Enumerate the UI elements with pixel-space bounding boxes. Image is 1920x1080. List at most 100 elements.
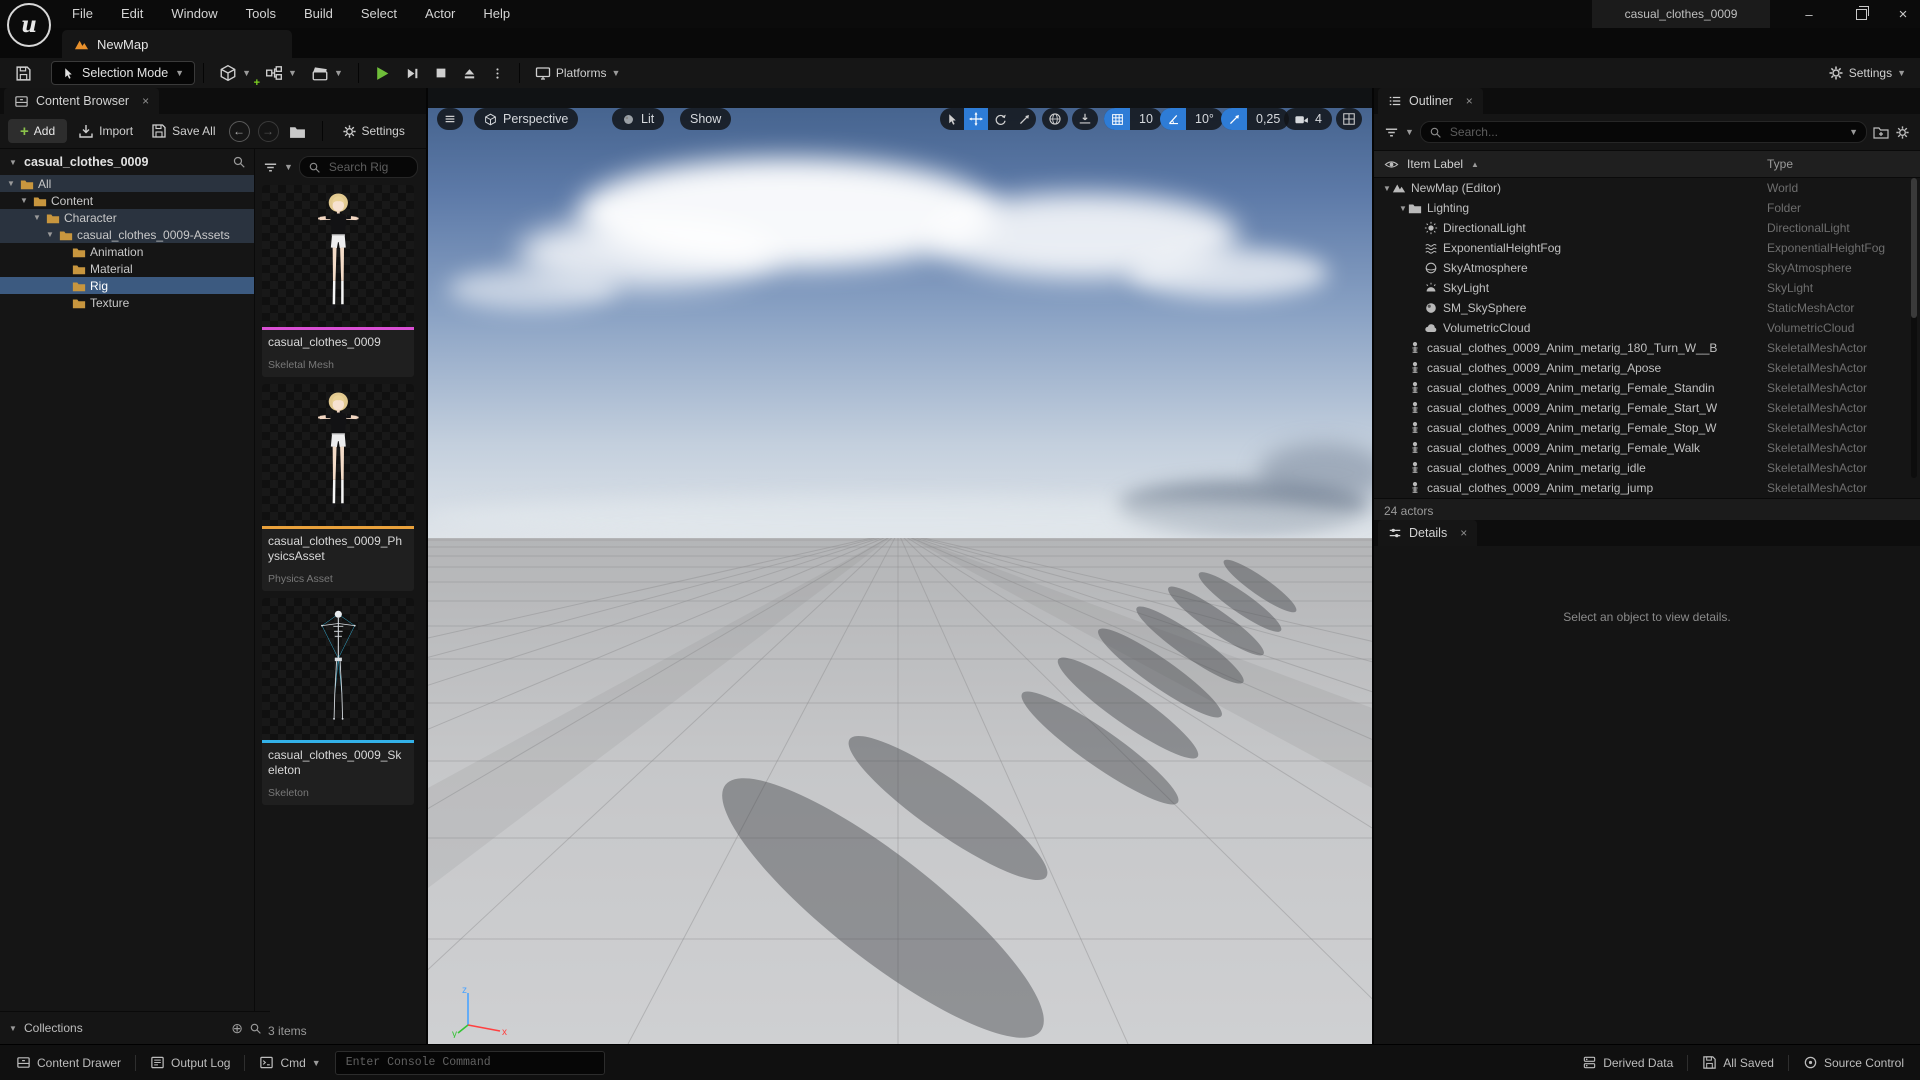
forward-button[interactable]: → [257,120,279,142]
folder-tree-row[interactable]: ▼ Rig [0,277,254,294]
menu-item[interactable]: Help [469,0,524,28]
outliner-search-box[interactable]: ▼ [1419,121,1867,143]
eject-button[interactable] [455,61,484,85]
chevron-down-icon[interactable]: ▼ [1405,127,1414,137]
close-icon[interactable]: × [1460,526,1467,540]
outliner-row[interactable]: ▼ SkyAtmosphere SkyAtmosphere [1374,258,1920,278]
expand-caret[interactable]: ▼ [32,213,42,222]
add-actor-button[interactable]: + ▼ [212,61,260,89]
folder-tree-row[interactable]: ▼ casual_clothes_0009-Assets [0,226,254,243]
maximize-viewport-button[interactable] [1336,108,1362,130]
filter-icon[interactable] [1384,125,1399,140]
console-command-box[interactable] [334,1050,605,1075]
outliner-row[interactable]: ▼ casual_clothes_0009_Anim_metarig_Femal… [1374,378,1920,398]
source-root-header[interactable]: ▼ casual_clothes_0009 [0,149,254,175]
expand-caret[interactable]: ▼ [8,1024,18,1033]
surface-snapping-button[interactable] [1072,108,1098,130]
lit-mode-dropdown[interactable]: Lit [612,108,665,130]
world-local-toggle[interactable] [1042,108,1068,130]
add-collection-icon[interactable]: ⊕ [231,1020,243,1037]
blueprints-button[interactable]: ▼ [258,61,304,85]
asset-tile[interactable]: casual_clothes_0009_PhysicsAsset Physics… [262,384,414,591]
asset-tile[interactable]: casual_clothes_0009 Skeletal Mesh [262,185,414,377]
minimize-button[interactable]: – [1790,0,1828,28]
outliner-search-input[interactable] [1447,124,1844,140]
select-tool-button[interactable] [940,108,964,130]
chevron-down-icon[interactable]: ▼ [284,162,293,172]
perspective-dropdown[interactable]: Perspective [474,108,579,130]
content-drawer-button[interactable]: Content Drawer [8,1051,129,1075]
outliner-scrollbar[interactable] [1911,178,1917,478]
play-options-button[interactable] [484,61,511,85]
show-dropdown[interactable]: Show [680,108,732,130]
menu-item[interactable]: Window [157,0,231,28]
folder-tree-row[interactable]: ▼ Content [0,192,254,209]
derived-data-button[interactable]: Derived Data [1574,1051,1681,1075]
rotate-tool-button[interactable] [988,108,1012,130]
all-saved-button[interactable]: All Saved [1694,1051,1782,1075]
folder-tree-row[interactable]: ▼ All [0,175,254,192]
settings-dropdown[interactable]: Settings ▼ [1828,58,1906,88]
stop-button[interactable] [427,61,455,85]
chevron-down-icon[interactable]: ▼ [1849,127,1858,137]
search-icon[interactable] [232,155,246,169]
outliner-row[interactable]: ▼ casual_clothes_0009_Anim_metarig_180_T… [1374,338,1920,358]
viewport-options-button[interactable] [437,108,463,130]
outliner-row[interactable]: ▼ casual_clothes_0009_Anim_metarig_Femal… [1374,438,1920,458]
expand-caret[interactable]: ▼ [1382,184,1392,193]
level-tab[interactable]: NewMap [62,30,292,58]
item-label-column-header[interactable]: Item Label [1407,157,1463,171]
asset-search-input[interactable] [326,159,409,175]
menu-item[interactable]: File [58,0,107,28]
content-browser-settings-button[interactable]: Settings [335,119,412,143]
outliner-row[interactable]: ▼ Lighting Folder [1374,198,1920,218]
menu-item[interactable]: Edit [107,0,157,28]
folder-tree-row[interactable]: ▼ Character [0,209,254,226]
cmd-dropdown[interactable]: Cmd ▼ [251,1051,328,1075]
move-tool-button[interactable] [964,108,988,130]
menu-item[interactable]: Actor [411,0,469,28]
grid-snap-control[interactable]: 10 [1104,108,1162,130]
scale-snap-control[interactable]: 0,25 [1221,108,1290,130]
expand-caret[interactable]: ▼ [6,179,16,188]
eye-icon[interactable] [1384,157,1399,172]
cinematics-button[interactable]: ▼ [304,61,350,85]
console-command-input[interactable] [343,1055,596,1070]
asset-search-box[interactable] [298,156,418,178]
details-tab[interactable]: Details × [1378,520,1478,546]
expand-caret[interactable]: ▼ [19,196,29,205]
collections-bar[interactable]: ▼ Collections ⊕ [0,1011,270,1044]
menu-item[interactable]: Build [290,0,347,28]
close-icon[interactable]: × [1466,94,1473,108]
outliner-row[interactable]: ▼ casual_clothes_0009_Anim_metarig_Femal… [1374,418,1920,438]
selection-mode-dropdown[interactable]: Selection Mode ▼ [51,61,196,85]
create-folder-icon[interactable] [1873,124,1889,140]
restore-button[interactable] [1842,0,1880,28]
folder-icon[interactable] [289,123,306,140]
outliner-row[interactable]: ▼ casual_clothes_0009_Anim_metarig_Femal… [1374,398,1920,418]
back-button[interactable]: ← [228,120,250,142]
folder-tree-row[interactable]: ▼ Texture [0,294,254,311]
close-icon[interactable]: × [142,94,149,108]
outliner-row[interactable]: ▼ casual_clothes_0009_Anim_metarig_jump … [1374,478,1920,498]
add-button[interactable]: + Add [8,119,68,143]
gear-icon[interactable] [1895,125,1910,140]
expand-caret[interactable]: ▼ [45,230,55,239]
save-level-button[interactable] [8,61,39,85]
scale-tool-button[interactable] [1012,108,1036,130]
search-icon[interactable] [249,1022,262,1035]
menu-item[interactable]: Tools [232,0,290,28]
outliner-row[interactable]: ▼ casual_clothes_0009_Anim_metarig_Apose… [1374,358,1920,378]
unreal-logo-icon[interactable]: u [7,3,51,47]
source-control-button[interactable]: Source Control [1795,1051,1912,1075]
platforms-dropdown[interactable]: Platforms ▼ [528,61,628,85]
viewport[interactable]: Perspective Lit Show 10 10° 0,25 4 z x y [428,88,1372,1044]
content-browser-tab[interactable]: Content Browser × [4,88,160,114]
rotation-snap-control[interactable]: 10° [1160,108,1223,130]
folder-tree-row[interactable]: ▼ Material [0,260,254,277]
save-all-button[interactable]: Save All [144,119,222,143]
skip-frame-button[interactable] [398,61,427,85]
outliner-row[interactable]: ▼ ExponentialHeightFog ExponentialHeight… [1374,238,1920,258]
play-button[interactable] [367,61,398,85]
outliner-row[interactable]: ▼ SM_SkySphere StaticMeshActor [1374,298,1920,318]
